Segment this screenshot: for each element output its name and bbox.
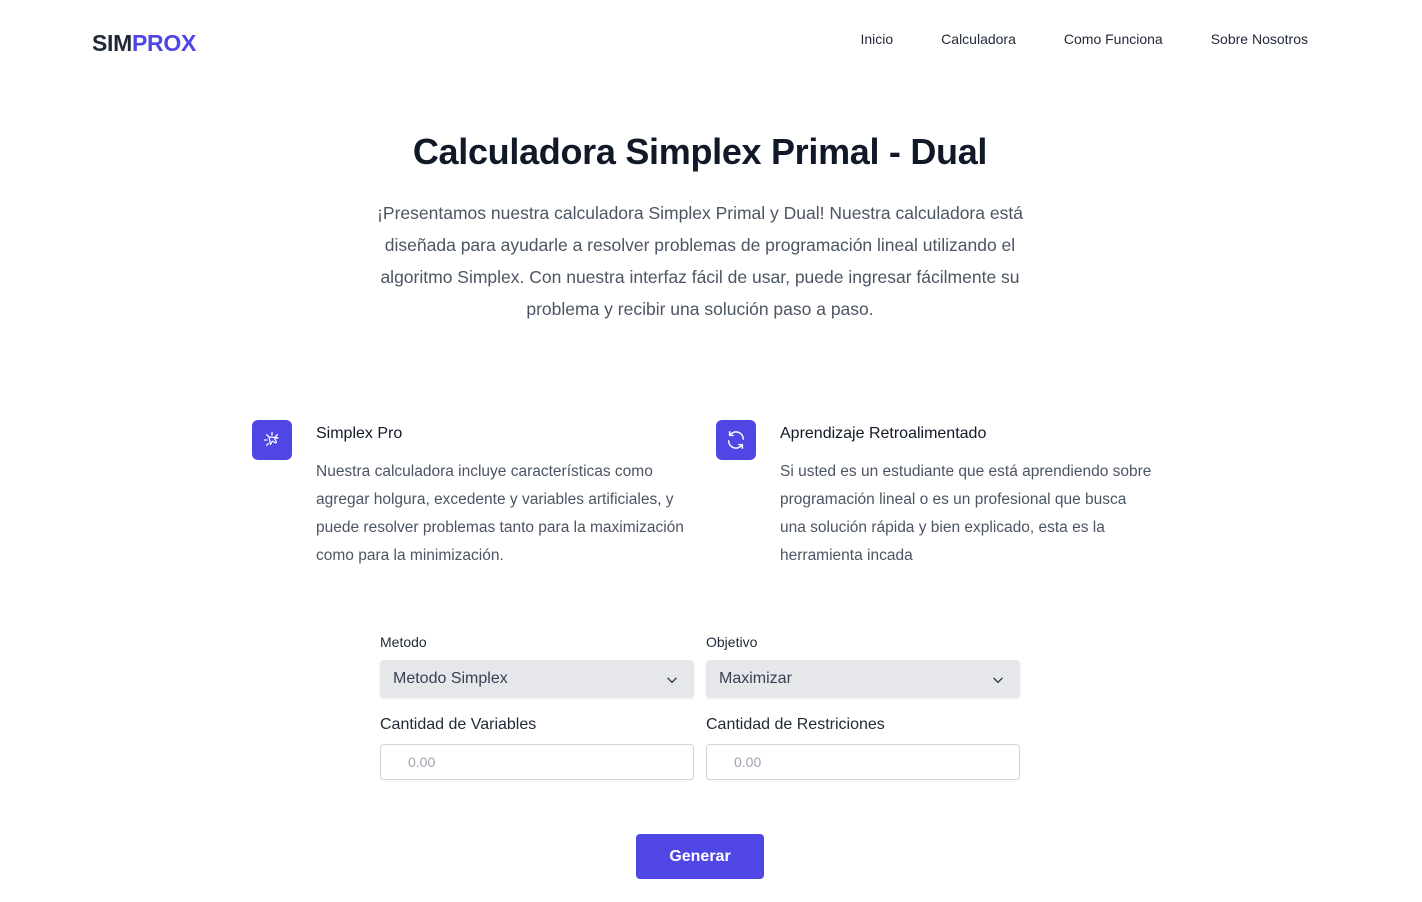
logo-text-prox: PROX xyxy=(132,30,196,56)
method-field: Metodo Metodo Simplex xyxy=(380,634,694,698)
constraints-field: Cantidad de Restriciones 0.00 xyxy=(706,716,1020,780)
nav-link-calculadora[interactable]: Calculadora xyxy=(941,30,1016,48)
objective-field: Objetivo Maximizar xyxy=(706,634,1020,698)
method-selected-value: Metodo Simplex xyxy=(393,670,508,687)
nav-link-como-funciona[interactable]: Como Funciona xyxy=(1064,30,1163,48)
method-label: Metodo xyxy=(380,634,427,650)
feature-text: Si usted es un estudiante que está apren… xyxy=(780,463,1152,564)
variables-label: Cantidad de Variables xyxy=(380,716,537,733)
page-description: ¡Presentamos nuestra calculadora Simplex… xyxy=(377,203,1023,319)
variables-field: Cantidad de Variables 0.00 xyxy=(380,716,694,780)
logo[interactable]: SIMPROX xyxy=(92,30,196,57)
constraints-label: Cantidad de Restriciones xyxy=(706,716,885,733)
objective-label: Objetivo xyxy=(706,634,758,650)
variables-input[interactable]: 0.00 xyxy=(380,744,694,780)
nav-link-sobre-nosotros[interactable]: Sobre Nosotros xyxy=(1211,30,1308,48)
chevron-down-icon xyxy=(993,677,1003,684)
objective-selected-value: Maximizar xyxy=(719,670,792,687)
site-header: SIMPROX Inicio Calculadora Como Funciona… xyxy=(0,0,1422,80)
chevron-down-icon xyxy=(667,677,677,684)
cursor-click-icon xyxy=(252,420,292,460)
nav-link-inicio[interactable]: Inicio xyxy=(860,30,893,48)
feature-text: Nuestra calculadora incluye característi… xyxy=(316,463,684,564)
main-nav: Inicio Calculadora Como Funciona Sobre N… xyxy=(860,30,1308,48)
objective-select[interactable]: Maximizar xyxy=(706,660,1020,698)
feature-title: Aprendizaje Retroalimentado xyxy=(780,425,987,442)
constraints-input[interactable]: 0.00 xyxy=(706,744,1020,780)
generate-button[interactable]: Generar xyxy=(636,834,764,879)
refresh-icon xyxy=(716,420,756,460)
logo-text-sim: SIM xyxy=(92,30,132,56)
feature-title: Simplex Pro xyxy=(316,425,403,442)
page-title: Calculadora Simplex Primal - Dual xyxy=(412,131,988,172)
method-select[interactable]: Metodo Simplex xyxy=(380,660,694,698)
